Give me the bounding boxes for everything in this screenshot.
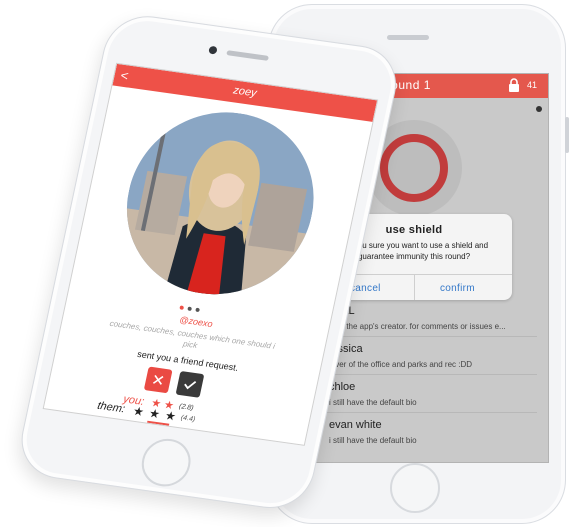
front-phone-home-button bbox=[137, 435, 195, 490]
lock-icon[interactable] bbox=[508, 78, 520, 92]
decline-button[interactable] bbox=[143, 366, 173, 394]
profile-photo bbox=[109, 100, 331, 307]
your-rating-value: (2.8) bbox=[178, 403, 195, 412]
their-rating-value: (4.4) bbox=[180, 414, 196, 424]
info-icon[interactable] bbox=[536, 106, 542, 112]
front-phone-screen: < zoey @zoexo couches, couches, couches … bbox=[42, 62, 379, 446]
front-phone-tilt: < zoey @zoexo couches, couches, couches … bbox=[13, 10, 404, 514]
front-phone: < zoey @zoexo couches, couches, couches … bbox=[13, 10, 404, 514]
profile-photo-image bbox=[109, 100, 331, 307]
profile-title: zoey bbox=[232, 84, 258, 100]
confirm-button[interactable]: confirm bbox=[440, 283, 475, 294]
their-rating-label: them: bbox=[96, 399, 127, 416]
carousel-dot[interactable] bbox=[187, 306, 193, 312]
carousel-dot[interactable] bbox=[179, 305, 185, 310]
front-camera bbox=[208, 45, 218, 55]
front-phone-speaker bbox=[226, 50, 269, 61]
accept-button[interactable] bbox=[175, 370, 205, 398]
check-icon bbox=[184, 380, 197, 390]
shield-count: 41 bbox=[527, 80, 538, 90]
back-phone-side-button bbox=[565, 117, 569, 153]
front-phone-wrapper: < zoey @zoexo couches, couches, couches … bbox=[0, 0, 438, 527]
close-icon bbox=[152, 374, 164, 385]
carousel-dot[interactable] bbox=[195, 307, 201, 313]
